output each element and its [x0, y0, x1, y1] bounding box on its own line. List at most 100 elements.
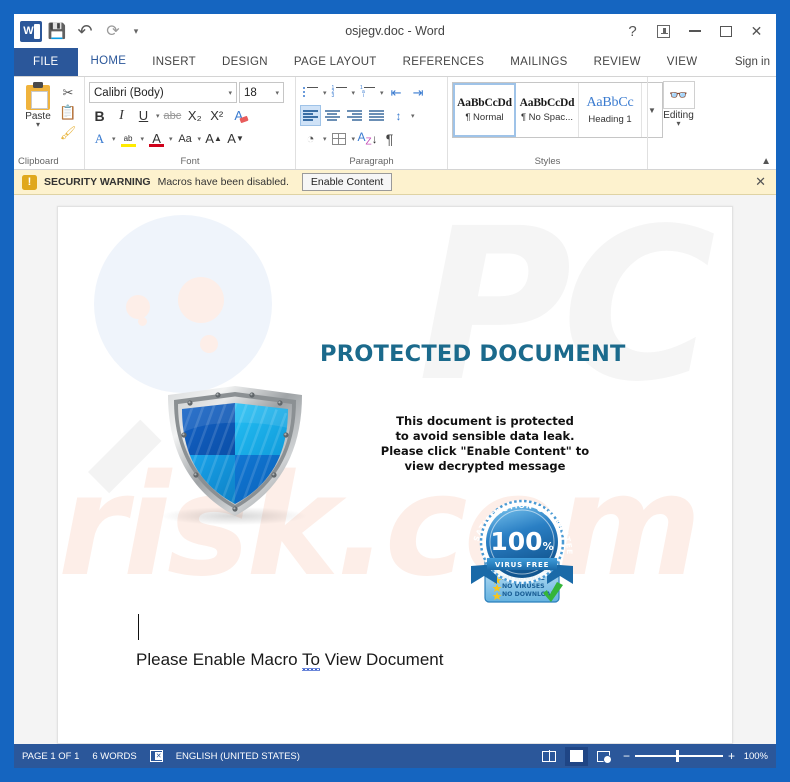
language-indicator[interactable]: ENGLISH (UNITED STATES): [176, 751, 300, 762]
zoom-in-button[interactable]: +: [728, 750, 735, 762]
align-center-button[interactable]: [322, 105, 343, 126]
sort-icon[interactable]: AZ ↓: [357, 128, 378, 149]
paste-button[interactable]: Paste ▾: [18, 80, 58, 155]
underline-chevron-icon[interactable]: ▾: [155, 112, 161, 120]
chevron-down-icon[interactable]: ▾: [351, 89, 357, 97]
zoom-out-button[interactable]: −: [623, 750, 630, 762]
chevron-down-icon[interactable]: ▾: [228, 89, 232, 97]
chevron-down-icon[interactable]: ▾: [351, 135, 357, 143]
chevron-down-icon[interactable]: ▾: [322, 135, 328, 143]
font-size-input[interactable]: 18 ▾: [239, 82, 284, 103]
italic-button[interactable]: I: [111, 105, 132, 126]
show-formatting-marks-icon[interactable]: ¶: [379, 128, 400, 149]
text-effects-icon[interactable]: A: [89, 128, 110, 149]
chevron-down-icon[interactable]: ▾: [197, 135, 203, 143]
decrease-indent-icon[interactable]: ⇤: [386, 82, 407, 103]
zoom-slider-thumb[interactable]: [675, 750, 680, 763]
chevron-down-icon[interactable]: ▾: [410, 112, 416, 120]
style-name: ¶ No Spac...: [520, 112, 574, 123]
word-count[interactable]: 6 WORDS: [92, 751, 136, 762]
strikethrough-button[interactable]: abc: [162, 105, 184, 126]
multilevel-list-icon[interactable]: 1ai: [357, 82, 378, 103]
word-app-icon: W: [20, 20, 42, 42]
format-painter-icon[interactable]: 🖌: [58, 123, 78, 142]
ribbon: Paste ▾ ✂ 📋 🖌 Clipboard Calibri (Body) ▾: [14, 76, 776, 170]
ribbon-display-options-icon[interactable]: [648, 16, 679, 46]
close-security-bar-icon[interactable]: ✕: [755, 174, 768, 190]
tab-insert[interactable]: INSERT: [139, 48, 209, 76]
underline-button[interactable]: U: [133, 105, 154, 126]
tab-view[interactable]: VIEW: [654, 48, 711, 76]
document-canvas[interactable]: PC risk.com PROTECTED DOCUMENT This docu…: [14, 195, 776, 744]
chevron-down-icon[interactable]: ▾: [168, 135, 174, 143]
enable-content-button[interactable]: Enable Content: [301, 173, 393, 191]
close-button[interactable]: ✕: [741, 16, 772, 46]
borders-icon[interactable]: [329, 128, 350, 149]
justify-button[interactable]: [366, 105, 387, 126]
tab-references[interactable]: REFERENCES: [390, 48, 498, 76]
cut-icon[interactable]: ✂: [58, 83, 78, 102]
redo-icon[interactable]: ⟳: [100, 18, 126, 44]
font-color-icon[interactable]: A: [146, 128, 167, 149]
tab-review[interactable]: REVIEW: [581, 48, 654, 76]
chevron-down-icon[interactable]: ▾: [676, 120, 680, 128]
collapse-ribbon-icon[interactable]: ▲: [761, 156, 771, 167]
bold-button[interactable]: B: [89, 105, 110, 126]
text-highlight-color-icon[interactable]: ab: [118, 128, 139, 149]
ribbon-group-styles: AaBbCcDd ¶ Normal AaBbCcDd ¶ No Spac... …: [447, 77, 663, 169]
document-page[interactable]: PC risk.com PROTECTED DOCUMENT This docu…: [57, 206, 733, 744]
minimize-button[interactable]: [679, 16, 710, 46]
editing-button[interactable]: 👓 Editing ▾: [660, 80, 698, 155]
tab-page-layout[interactable]: PAGE LAYOUT: [281, 48, 390, 76]
misspelled-word[interactable]: To: [302, 650, 320, 669]
tab-design[interactable]: DESIGN: [209, 48, 281, 76]
change-case-icon[interactable]: Aa: [175, 128, 196, 149]
message-line: to avoid sensible data leak.: [395, 429, 575, 443]
chevron-down-icon[interactable]: ▾: [322, 89, 328, 97]
sign-in-link[interactable]: Sign in: [735, 48, 776, 76]
superscript-button[interactable]: X²: [206, 105, 227, 126]
protected-document-message: This document is protected to avoid sens…: [355, 414, 615, 474]
tab-file[interactable]: FILE: [14, 48, 78, 76]
chevron-down-icon[interactable]: ▾: [140, 135, 146, 143]
save-icon[interactable]: 💾: [44, 18, 70, 44]
align-left-button[interactable]: [300, 105, 321, 126]
document-body-text[interactable]: Please Enable Macro To View Document: [136, 650, 443, 670]
style-normal[interactable]: AaBbCcDd ¶ Normal: [453, 83, 516, 137]
align-right-button[interactable]: [344, 105, 365, 126]
bullets-icon[interactable]: [300, 82, 321, 103]
style-no-spacing[interactable]: AaBbCcDd ¶ No Spac...: [516, 83, 579, 137]
zoom-slider[interactable]: [634, 750, 723, 763]
copy-icon[interactable]: 📋: [58, 103, 78, 122]
badge-icon: NO SPYWARE NO ADWARE NO VIRUSES NO DOWNL…: [453, 489, 573, 603]
customize-qat-icon[interactable]: ▾: [128, 18, 144, 44]
font-name-input[interactable]: Calibri (Body) ▾: [89, 82, 237, 103]
chevron-down-icon[interactable]: ▾: [379, 89, 385, 97]
chevron-down-icon[interactable]: ▾: [275, 89, 279, 97]
maximize-button[interactable]: [710, 16, 741, 46]
shading-icon[interactable]: ◔: [300, 128, 321, 149]
web-layout-button[interactable]: [592, 747, 615, 766]
help-button[interactable]: ?: [617, 16, 648, 46]
page-indicator[interactable]: PAGE 1 OF 1: [22, 751, 79, 762]
grow-font-icon[interactable]: A ▲: [203, 128, 224, 149]
style-name: ¶ Normal: [465, 112, 504, 123]
zoom-level[interactable]: 100%: [740, 751, 768, 762]
shrink-font-icon[interactable]: A ▼: [225, 128, 246, 149]
read-mode-button[interactable]: [538, 747, 561, 766]
numbering-icon[interactable]: 123: [329, 82, 350, 103]
subscript-button[interactable]: X₂: [184, 105, 205, 126]
proofing-errors-icon[interactable]: [149, 750, 163, 762]
chevron-down-icon[interactable]: ▾: [36, 121, 40, 129]
quick-access-toolbar: W 💾 ↶ ⟳ ▾: [14, 18, 144, 44]
print-layout-button[interactable]: [564, 746, 588, 766]
tab-mailings[interactable]: MAILINGS: [497, 48, 580, 76]
increase-indent-icon[interactable]: ⇥: [408, 82, 429, 103]
security-warning-message: Macros have been disabled.: [157, 176, 289, 188]
tab-home[interactable]: HOME: [77, 48, 140, 76]
clear-formatting-icon[interactable]: A: [228, 105, 249, 126]
line-spacing-icon[interactable]: ↕: [388, 105, 409, 126]
style-heading-1[interactable]: AaBbCc Heading 1: [579, 83, 642, 137]
chevron-down-icon[interactable]: ▾: [111, 135, 117, 143]
undo-icon[interactable]: ↶: [72, 18, 98, 44]
